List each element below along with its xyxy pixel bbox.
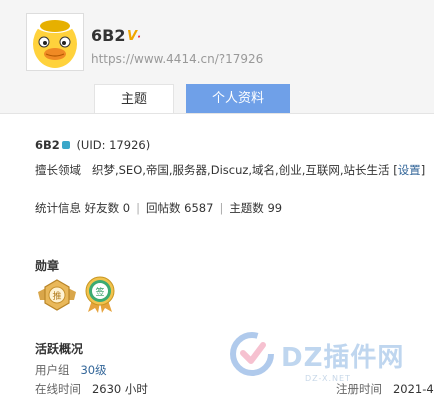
friends-count[interactable]: 好友数 0 xyxy=(85,201,130,215)
medals-title: 勋章 xyxy=(35,259,60,273)
stats-label: 统计信息 xyxy=(35,201,81,215)
expertise-label: 擅长领域 xyxy=(35,163,81,177)
replies-count[interactable]: 回帖数 6587 xyxy=(146,201,213,215)
duck-avatar-icon xyxy=(27,14,83,70)
expertise-value: 织梦,SEO,帝国,服务器,Discuz,域名,创业,互联网,站长生活 xyxy=(91,163,390,177)
profile-header: 6B2 V· https://www.4414.cn/?17926 主题 个人资… xyxy=(0,0,434,114)
profile-username: 6B2 xyxy=(91,26,126,45)
medal-gold-text: 推 xyxy=(52,290,61,302)
user-group-row: 用户组 30级 xyxy=(35,362,107,378)
verified-badge-icon: V· xyxy=(127,29,141,44)
user-group-value[interactable]: 30级 xyxy=(80,363,106,377)
watermark-text: DZ插件网 xyxy=(281,343,405,373)
medal-green-text: 签 xyxy=(95,286,104,298)
profile-url[interactable]: https://www.4414.cn/?17926 xyxy=(91,52,263,66)
stats-row: 统计信息 好友数 0 | 回帖数 6587 | 主题数 99 xyxy=(35,200,282,216)
online-time-label: 在线时间 xyxy=(35,382,81,396)
separator: | xyxy=(219,201,224,215)
expertise-row: 擅长领域 织梦,SEO,帝国,服务器,Discuz,域名,创业,互联网,站长生活… xyxy=(35,162,425,178)
online-status-icon xyxy=(61,141,70,149)
user-group-label: 用户组 xyxy=(35,363,70,377)
user-name: 6B2 xyxy=(35,138,60,152)
bracket-close: ] xyxy=(420,163,426,177)
online-time-row: 在线时间 2630 小时 xyxy=(35,381,148,397)
user-uid: (UID: 17926) xyxy=(76,138,151,152)
medal-green-icon[interactable]: 签 xyxy=(82,276,118,314)
separator: | xyxy=(136,201,141,215)
online-time-value: 2630 小时 xyxy=(91,382,148,396)
threads-count[interactable]: 主题数 99 xyxy=(229,201,282,215)
settings-link[interactable]: 设置 xyxy=(398,163,421,177)
watermark: DZ插件网 DZ-X.NET xyxy=(229,327,434,400)
tab-threads[interactable]: 主题 xyxy=(94,84,174,113)
avatar[interactable] xyxy=(26,13,84,71)
user-identity-row: 6B2 (UID: 17926) xyxy=(35,138,150,152)
watermark-logo-icon xyxy=(230,332,274,376)
medal-gold-icon[interactable]: 推 xyxy=(36,278,78,314)
verified-badge-text: V xyxy=(127,29,138,44)
tab-profile[interactable]: 个人资料 xyxy=(186,84,290,113)
watermark-subtext: DZ-X.NET xyxy=(305,374,351,383)
activity-title: 活跃概况 xyxy=(35,342,84,356)
